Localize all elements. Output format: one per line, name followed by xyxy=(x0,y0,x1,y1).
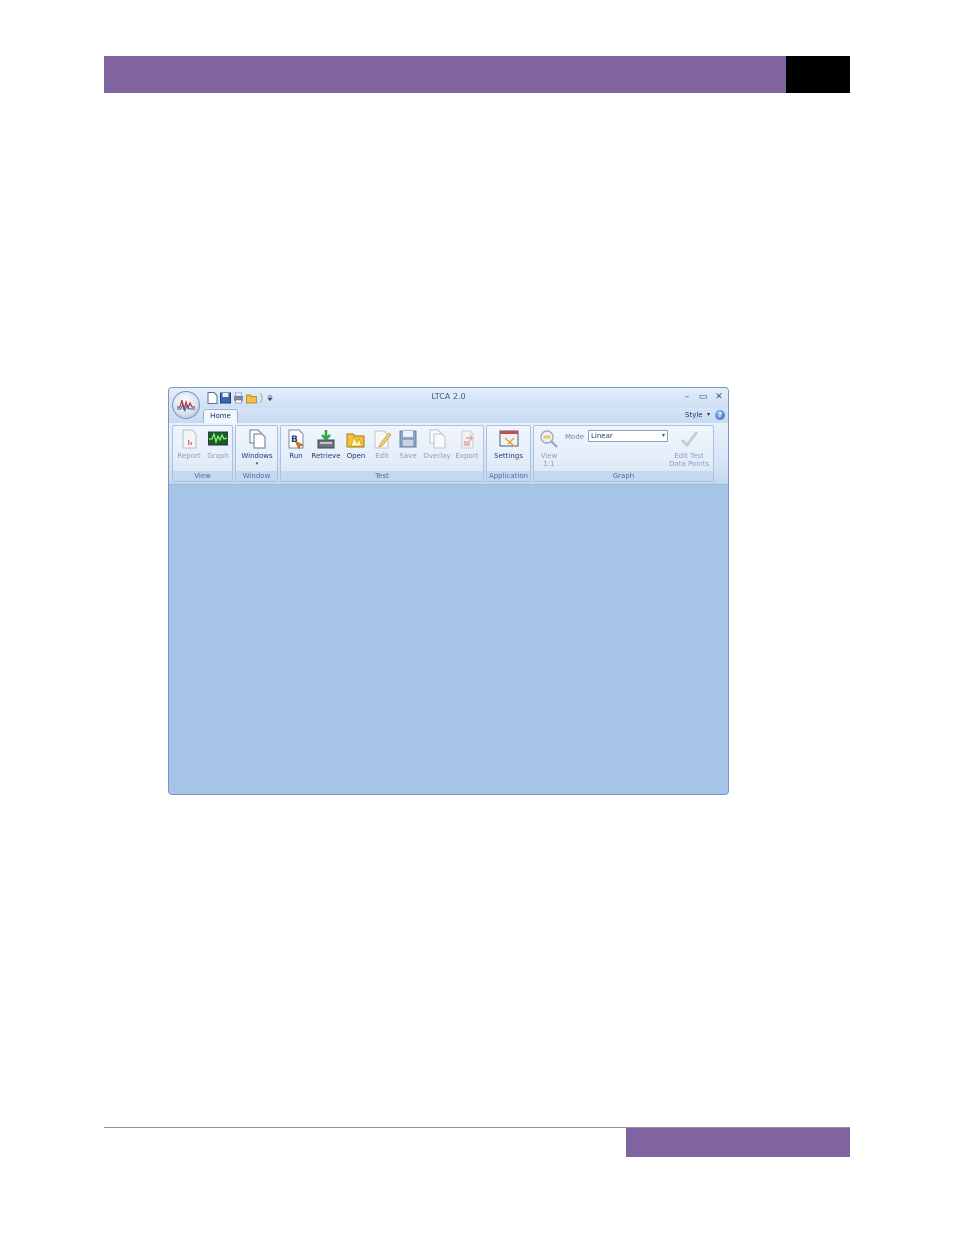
help-glyph: ? xyxy=(717,411,723,419)
close-button[interactable]: ✕ xyxy=(713,391,725,403)
edit-icon xyxy=(372,429,392,449)
group-label-application: Application xyxy=(487,471,530,481)
graph-icon xyxy=(207,429,229,449)
chevron-down-icon[interactable]: ▾ xyxy=(662,431,665,441)
open-label: Open xyxy=(346,452,366,460)
view-1-1-label-line1: View xyxy=(540,452,558,460)
export-label: Export xyxy=(455,452,479,460)
help-icon[interactable]: ? xyxy=(715,410,725,420)
retrieve-button[interactable]: Retrieve xyxy=(311,429,341,460)
export-button[interactable]: Export xyxy=(453,429,481,460)
overlay-label: Overlay xyxy=(423,452,451,460)
settings-icon xyxy=(499,429,519,449)
checkmark-pen-icon xyxy=(679,429,699,449)
title-bar: LTCA 2.0 – ▭ ✕ xyxy=(169,388,728,408)
maximize-button[interactable]: ▭ xyxy=(697,391,709,403)
group-graph: View 1:1 Mode Linear ▾ Edit Test Data Po… xyxy=(533,425,714,482)
edit-button[interactable]: Edit xyxy=(370,429,394,460)
group-label-window: Window xyxy=(236,471,277,481)
ribbon-tab-row: Home Style ▾ ? xyxy=(169,408,728,423)
save-label: Save xyxy=(399,452,417,460)
open-folder-large-icon xyxy=(346,429,366,449)
tab-home[interactable]: Home xyxy=(203,409,238,423)
overlay-icon xyxy=(427,429,447,449)
overlay-button[interactable]: Overlay xyxy=(422,429,452,460)
graph-button[interactable]: Graph xyxy=(204,429,232,460)
windows-label: Windows xyxy=(241,452,273,460)
mode-select[interactable]: Linear ▾ xyxy=(588,430,668,442)
group-test: B Run Retrieve Open Edit Save Overlay Ex… xyxy=(280,425,484,482)
report-icon xyxy=(179,429,199,449)
group-label-graph: Graph xyxy=(534,471,713,481)
group-view: Report Graph View xyxy=(172,425,233,482)
windows-button[interactable]: Windows ▾ xyxy=(238,429,276,468)
mode-label: Mode xyxy=(565,433,585,441)
mode-value: Linear xyxy=(591,432,613,440)
app-window: LTCA 2.0 – ▭ ✕ Home Style ▾ ? Report Gra… xyxy=(168,387,729,795)
run-button[interactable]: B Run xyxy=(283,429,309,460)
group-application: Settings Application xyxy=(486,425,531,482)
settings-button[interactable]: Settings xyxy=(489,429,528,460)
group-label-view: View xyxy=(173,471,232,481)
application-menu-button[interactable] xyxy=(172,391,200,419)
edit-test-data-points-button[interactable]: Edit Test Data Points xyxy=(666,429,712,468)
save-button[interactable]: Save xyxy=(396,429,420,460)
workspace-area[interactable] xyxy=(169,485,728,794)
export-icon xyxy=(457,429,477,449)
save-disk-icon xyxy=(398,429,418,449)
report-label: Report xyxy=(177,452,201,460)
style-menu[interactable]: Style xyxy=(685,411,703,419)
header-page-number-box xyxy=(786,56,850,93)
waveform-logo-icon xyxy=(177,399,195,413)
retrieve-label: Retrieve xyxy=(311,452,341,460)
windows-icon xyxy=(247,429,267,449)
edit-test-label-line2: Data Points xyxy=(669,460,709,468)
chevron-down-icon[interactable]: ▾ xyxy=(707,411,710,418)
header-band xyxy=(104,56,786,93)
report-button[interactable]: Report xyxy=(175,429,203,460)
run-label: Run xyxy=(289,452,303,460)
edit-label: Edit xyxy=(375,452,389,460)
group-window: Windows ▾ Window xyxy=(235,425,278,482)
retrieve-icon xyxy=(316,429,336,449)
view-1-1-label-line2: 1:1 xyxy=(543,460,555,468)
run-icon: B xyxy=(286,429,306,450)
minimize-button[interactable]: – xyxy=(681,391,693,403)
ribbon: Report Graph View Windows ▾ Window B Run… xyxy=(169,423,728,485)
magnifier-icon xyxy=(539,429,559,449)
windows-caret: ▾ xyxy=(255,461,259,467)
footer-band xyxy=(626,1128,850,1157)
settings-label: Settings xyxy=(494,452,523,460)
open-button[interactable]: Open xyxy=(343,429,369,460)
group-label-test: Test xyxy=(281,471,483,481)
window-title: LTCA 2.0 xyxy=(431,392,466,401)
edit-test-label-line1: Edit Test xyxy=(674,452,704,460)
view-1-1-button[interactable]: View 1:1 xyxy=(536,429,562,468)
graph-label: Graph xyxy=(207,452,229,460)
